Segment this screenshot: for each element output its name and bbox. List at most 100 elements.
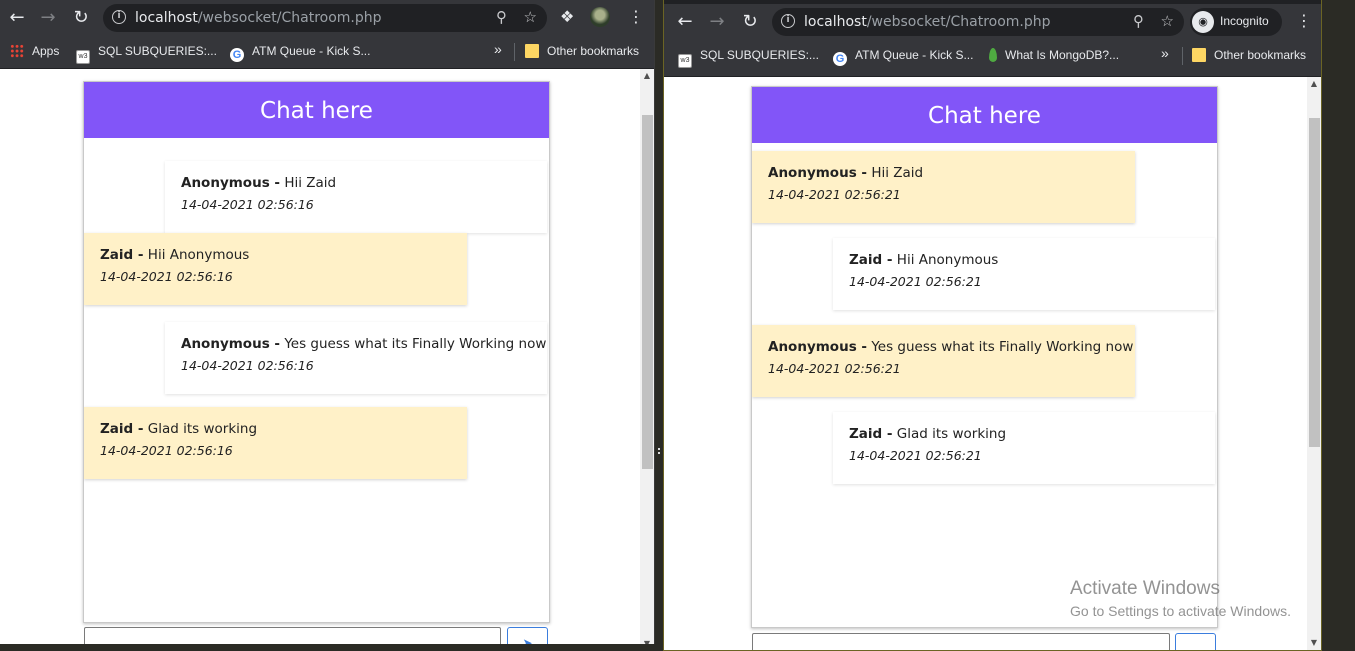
message-sender: Zaid - [100,421,144,437]
folder-icon [1192,48,1206,62]
menu-kebab-icon[interactable]: ⋮ [1296,11,1312,30]
watermark-title: Activate Windows [1070,578,1220,599]
incognito-icon: ◉ [1192,11,1214,33]
forward-arrow-icon[interactable]: → [37,7,59,29]
back-arrow-icon[interactable]: ← [6,7,28,29]
scrollbar-thumb[interactable] [642,115,653,469]
reload-icon[interactable]: ↻ [70,7,92,29]
scroll-down-arrow-icon[interactable]: ▼ [1307,636,1321,650]
message-text: Hii Zaid [871,165,924,181]
bookmark-apps[interactable]: Apps [10,44,59,58]
chat-message: Zaid - Glad its working 14-04-2021 02:56… [84,407,467,479]
activate-windows-watermark: Activate Windows Go to Settings to activ… [1070,578,1291,619]
other-bookmarks[interactable]: Other bookmarks [1192,48,1306,62]
w3schools-icon: w3 [678,54,692,68]
extensions-puzzle-icon[interactable]: ❖ [560,7,574,26]
watermark-subtitle: Go to Settings to activate Windows. [1070,603,1291,619]
message-timestamp: 14-04-2021 02:56:16 [100,269,233,284]
url-text: localhost/websocket/Chatroom.php [135,10,382,26]
message-sender: Zaid - [849,426,893,442]
back-arrow-icon[interactable]: ← [674,11,696,33]
menu-kebab-icon[interactable]: ⋮ [628,7,644,26]
incognito-label: Incognito [1220,14,1269,28]
profile-avatar[interactable] [590,7,610,27]
message-sender: Anonymous - [768,165,868,181]
message-text: Hii Anonymous [896,252,999,268]
chat-message: Anonymous - Yes guess what its Finally W… [165,322,547,394]
bookmark-atm-queue[interactable]: G ATM Queue - Kick S... [833,48,973,66]
chat-container: Chat here Anonymous - Hii Zaid 14-04-202… [751,86,1218,628]
chat-message: Anonymous - Hii Zaid 14-04-2021 02:56:21 [752,151,1135,223]
mongodb-icon [989,48,997,62]
message-timestamp: 14-04-2021 02:56:21 [849,274,982,289]
chat-header: Chat here [84,82,549,138]
message-sender: Anonymous - [181,336,281,352]
zoom-icon[interactable]: ⚲ [496,8,507,26]
chat-container: Chat here Anonymous - Hii Zaid 14-04-202… [83,81,550,623]
chat-message: Zaid - Hii Anonymous 14-04-2021 02:56:16 [84,233,467,305]
message-input[interactable] [752,633,1170,650]
message-timestamp: 14-04-2021 02:56:21 [768,187,901,202]
address-bar[interactable]: i localhost/websocket/Chatroom.php ⚲ ☆ [103,4,547,32]
page-viewport: Chat here Anonymous - Hii Zaid 14-04-202… [0,69,640,651]
send-button[interactable] [1175,633,1216,650]
zoom-icon[interactable]: ⚲ [1133,12,1144,30]
bookmarks-overflow-chevron[interactable]: » [1161,45,1169,61]
folder-icon [525,44,539,58]
message-timestamp: 14-04-2021 02:56:16 [181,197,314,212]
other-bookmarks[interactable]: Other bookmarks [525,44,639,58]
chat-message: Anonymous - Yes guess what its Finally W… [752,325,1135,397]
bookmarks-bar: w3 SQL SUBQUERIES:... G ATM Queue - Kick S… [664,40,1321,77]
message-sender: Zaid - [849,252,893,268]
vertical-scrollbar[interactable]: ▲ ▼ [1307,77,1321,650]
bookmarks-separator [514,43,515,61]
message-timestamp: 14-04-2021 02:56:16 [181,358,314,373]
google-icon: G [833,52,847,66]
scrollbar-thumb[interactable] [1309,118,1320,447]
message-text: Yes guess what its Finally Working now [871,339,1134,355]
message-timestamp: 14-04-2021 02:56:21 [849,448,982,463]
page-viewport: Chat here Anonymous - Hii Zaid 14-04-202… [664,77,1307,650]
bookmark-mongodb[interactable]: What Is MongoDB?... [989,48,1119,62]
bookmark-star-icon[interactable]: ☆ [1161,12,1174,30]
address-bar[interactable]: i localhost/websocket/Chatroom.php ⚲ ☆ [772,8,1184,36]
info-icon[interactable]: i [781,14,795,28]
scroll-up-arrow-icon[interactable]: ▲ [1307,77,1321,91]
browser-window-right: ← → ↻ i localhost/websocket/Chatroom.php… [663,0,1322,651]
browser-window-left: ← → ↻ i localhost/websocket/Chatroom.php… [0,0,655,651]
forward-arrow-icon[interactable]: → [706,11,728,33]
bookmark-sql-subqueries[interactable]: w3 SQL SUBQUERIES:... [678,48,819,68]
bookmarks-overflow-chevron[interactable]: » [494,41,502,57]
chat-message: Zaid - Hii Anonymous 14-04-2021 02:56:21 [833,238,1215,310]
chat-message: Zaid - Glad its working 14-04-2021 02:56… [833,412,1215,484]
bookmark-star-icon[interactable]: ☆ [524,8,537,26]
message-text: Hii Anonymous [147,247,250,263]
url-text: localhost/websocket/Chatroom.php [804,14,1051,30]
reload-icon[interactable]: ↻ [739,11,761,33]
message-text: Yes guess what its Finally Working now [284,336,547,352]
background-window-strip [0,644,655,651]
vertical-scrollbar[interactable]: ▲ ▼ [640,69,654,651]
message-sender: Zaid - [100,247,144,263]
info-icon[interactable]: i [112,10,126,24]
scroll-up-arrow-icon[interactable]: ▲ [640,69,654,83]
grip-dots-icon [658,448,660,450]
bookmark-atm-queue[interactable]: G ATM Queue - Kick S... [230,44,370,62]
message-timestamp: 14-04-2021 02:56:21 [768,361,901,376]
apps-grid-icon [10,44,24,58]
window-split-divider[interactable] [655,0,663,651]
google-icon: G [230,48,244,62]
message-text: Glad its working [896,426,1007,442]
browser-toolbar: ← → ↻ i localhost/websocket/Chatroom.php… [664,4,1321,40]
message-text: Glad its working [147,421,258,437]
message-timestamp: 14-04-2021 02:56:16 [100,443,233,458]
incognito-badge[interactable]: ◉ Incognito [1190,8,1282,36]
bookmarks-separator [1182,47,1183,65]
browser-toolbar: ← → ↻ i localhost/websocket/Chatroom.php… [0,0,654,36]
message-text: Hii Zaid [284,175,337,191]
message-sender: Anonymous - [181,175,281,191]
bookmarks-bar: Apps w3 SQL SUBQUERIES:... G ATM Queue - K… [0,36,654,69]
chat-header: Chat here [752,87,1217,143]
bookmark-sql-subqueries[interactable]: w3 SQL SUBQUERIES:... [76,44,217,64]
chat-message: Anonymous - Hii Zaid 14-04-2021 02:56:16 [165,161,547,233]
